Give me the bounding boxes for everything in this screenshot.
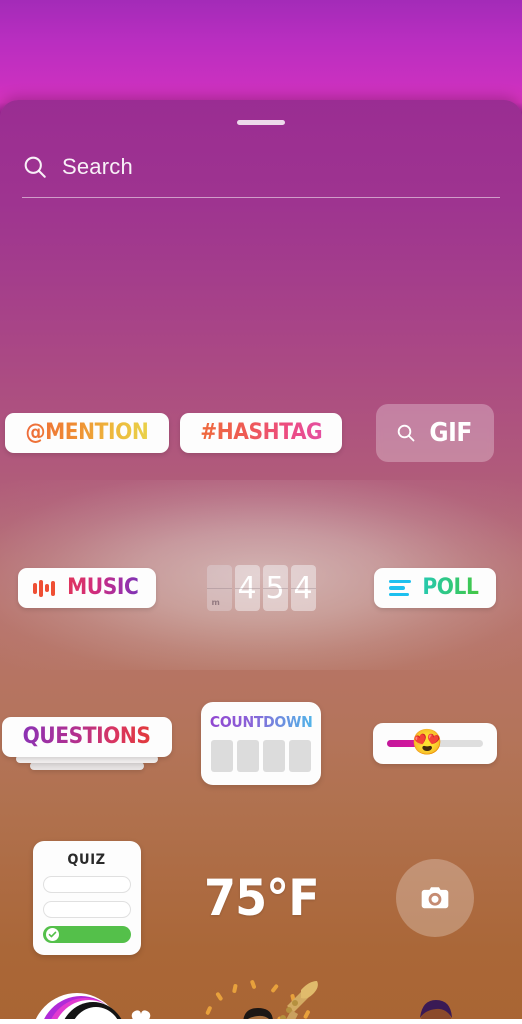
emoji-slider-sticker[interactable]: 😍 [373, 722, 497, 764]
sticker-cell-questions[interactable]: QUESTIONS [0, 716, 174, 770]
sticker-row-4: QUIZ 75°F [0, 833, 522, 963]
sticker-cell-camera[interactable] [348, 859, 522, 937]
camera-icon [421, 887, 449, 909]
countdown-blocks [211, 739, 311, 772]
countdown-sticker[interactable]: COUNTDOWN [201, 701, 321, 785]
search-bar[interactable]: Search [22, 144, 500, 190]
gif-label: GIF [429, 418, 472, 448]
counter-digit: 5 [262, 565, 288, 611]
questions-label: QUESTIONS [23, 723, 151, 749]
sticker-cell-mention[interactable]: @MENTION [0, 413, 174, 453]
slider-thumb-emoji[interactable]: 😍 [412, 730, 443, 756]
questions-stack-layer [29, 761, 145, 770]
counter-digit: 4 [290, 565, 316, 611]
camera-sticker[interactable] [396, 859, 474, 937]
hashtag-sticker[interactable]: #HASHTAG [179, 413, 343, 453]
search-icon [24, 156, 46, 178]
search-divider [22, 197, 500, 198]
sticker-cell-music[interactable]: MUSIC [0, 568, 174, 608]
sticker-row-1: @MENTION #HASHTAG GIF [0, 388, 522, 478]
trumpet-player-sticker[interactable] [191, 976, 331, 1024]
sticker-grid: @MENTION #HASHTAG GIF MUSIC m 4 5 4 POLL… [0, 218, 522, 1024]
quiz-title: QUIZ [67, 852, 107, 868]
sticker-cell-temperature[interactable]: 75°F [174, 869, 348, 927]
hashtag-label: #HASHTAG [200, 420, 322, 445]
sticker-cell-quiz[interactable]: QUIZ [0, 841, 174, 955]
counter-sticker[interactable]: m 4 5 4 [206, 565, 316, 611]
counter-digit: m [206, 565, 232, 611]
drag-handle[interactable] [237, 120, 285, 125]
sticker-cell-countdown[interactable]: COUNTDOWN [174, 701, 348, 785]
shouting-mouth-with-hearts-sticker[interactable] [21, 981, 153, 1024]
countdown-label: COUNTDOWN [209, 712, 313, 731]
sticker-cell-hashtag[interactable]: #HASHTAG [174, 413, 348, 453]
quiz-sticker[interactable]: QUIZ [33, 841, 141, 955]
quiz-option[interactable] [43, 876, 131, 893]
music-label: MUSIC [66, 575, 139, 600]
sticker-row-5 [0, 970, 522, 1024]
sticker-cell-poll[interactable]: POLL [348, 568, 522, 608]
bottom-strip [0, 1019, 522, 1024]
counter-digit: 4 [234, 565, 260, 611]
slider-track[interactable]: 😍 [387, 730, 483, 755]
sticker-cell-counter[interactable]: m 4 5 4 [174, 565, 348, 611]
questions-card: QUESTIONS [2, 716, 172, 757]
sticker-cell-mouth[interactable] [0, 981, 174, 1024]
family-group-sticker[interactable] [362, 980, 508, 1024]
search-icon [397, 424, 415, 442]
sticker-cell-family[interactable] [348, 980, 522, 1024]
quiz-option-correct[interactable] [43, 926, 131, 943]
gif-sticker[interactable]: GIF [375, 404, 495, 462]
sticker-row-3: QUESTIONS COUNTDOWN 😍 [0, 688, 522, 798]
music-sticker[interactable]: MUSIC [18, 568, 156, 608]
equalizer-icon [33, 579, 55, 598]
quiz-option[interactable] [43, 901, 131, 918]
poll-sticker[interactable]: POLL [374, 568, 496, 608]
search-input[interactable]: Search [62, 154, 133, 180]
sticker-cell-slider[interactable]: 😍 [348, 722, 522, 764]
sticker-cell-gif[interactable]: GIF [348, 404, 522, 462]
counter-mini-label: m [211, 598, 220, 607]
questions-sticker[interactable]: QUESTIONS [2, 716, 172, 770]
sticker-tray-sheet: Search @MENTION #HASHTAG GIF MUSIC m 4 5… [0, 100, 522, 1024]
poll-label: POLL [422, 575, 479, 600]
sticker-row-2: MUSIC m 4 5 4 POLL [0, 543, 522, 633]
mention-label: @MENTION [25, 420, 149, 445]
poll-bars-icon [389, 579, 412, 597]
temperature-sticker[interactable]: 75°F [204, 869, 320, 927]
mention-sticker[interactable]: @MENTION [5, 413, 169, 453]
check-icon [46, 928, 59, 941]
sticker-cell-trumpet[interactable] [174, 976, 348, 1024]
